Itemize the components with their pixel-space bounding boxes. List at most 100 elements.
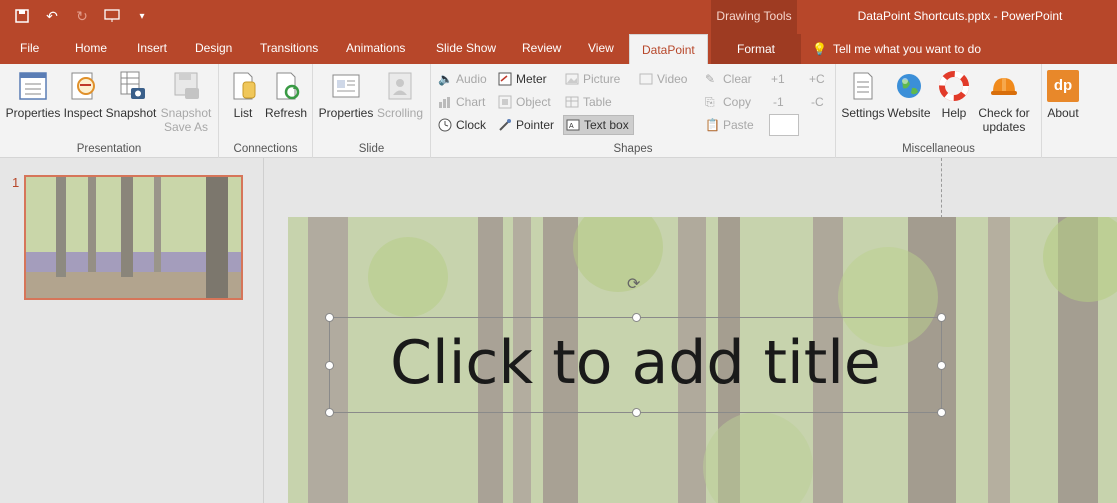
resize-handle[interactable]: [325, 361, 334, 370]
snapshot-label: Snapshot: [105, 106, 157, 120]
list-label: List: [233, 106, 253, 120]
title-bar: ↶ ↻ ▾ Drawing Tools DataPoint Shortcuts.…: [0, 0, 1117, 34]
minus-c-button[interactable]: -C: [811, 92, 824, 112]
title-placeholder[interactable]: Click to add title: [325, 313, 946, 417]
paste-button[interactable]: 📋 Paste: [705, 115, 754, 135]
tab-slide-show[interactable]: Slide Show: [436, 41, 496, 55]
plus-c-button[interactable]: +C: [809, 69, 825, 89]
minus-one-button[interactable]: -1: [773, 92, 784, 112]
plus-one-button[interactable]: +1: [771, 69, 785, 89]
slide-editing-canvas: ⟳ Click to add title: [265, 158, 1117, 503]
object-button[interactable]: Object: [498, 92, 551, 112]
check-for-updates-button[interactable]: Check for updates: [975, 70, 1033, 134]
website-label: Website: [887, 106, 931, 120]
about-button[interactable]: dp About: [1043, 70, 1083, 120]
clear-label: Clear: [723, 72, 752, 86]
tab-view[interactable]: View: [588, 41, 614, 55]
snapshot-button[interactable]: Snapshot: [105, 70, 157, 120]
slide-properties-button[interactable]: Properties: [318, 70, 374, 120]
ribbon-tabs: File Home Insert Design Transitions Anim…: [0, 34, 1117, 65]
meter-label: Meter: [516, 72, 547, 86]
save-icon[interactable]: [12, 6, 32, 26]
eraser-icon: ✎: [705, 72, 716, 86]
snapshot-save-as-icon: [170, 70, 202, 102]
snapshot-save-as-button[interactable]: Snapshot Save As: [158, 70, 214, 134]
lightbulb-icon: 💡: [812, 42, 827, 56]
slide-thumbnail-1[interactable]: [24, 175, 243, 300]
video-button[interactable]: Video: [639, 69, 687, 89]
resize-handle[interactable]: [632, 408, 641, 417]
help-button[interactable]: Help: [935, 70, 973, 120]
slideshow-from-start-icon[interactable]: [102, 6, 122, 26]
connections-group-label: Connections: [233, 143, 298, 155]
presentation-group-label: Presentation: [76, 143, 142, 155]
refresh-button[interactable]: Refresh: [264, 70, 308, 120]
resize-handle[interactable]: [937, 361, 946, 370]
about-label: About: [1047, 106, 1079, 120]
tab-home[interactable]: Home: [75, 41, 107, 55]
chart-icon: [438, 95, 452, 109]
slide[interactable]: ⟳ Click to add title: [288, 217, 1117, 503]
settings-button[interactable]: Settings: [840, 70, 886, 120]
scrolling-button[interactable]: Scrolling: [373, 70, 427, 120]
shapes-group-label: Shapes: [613, 143, 653, 155]
copy-label: Copy: [723, 95, 752, 109]
tab-format[interactable]: Format: [711, 34, 802, 64]
resize-handle[interactable]: [937, 313, 946, 322]
text-box-label: Text box: [584, 118, 629, 132]
chart-label: Chart: [456, 95, 486, 109]
group-connections: List Refresh Connections: [219, 64, 313, 158]
tab-datapoint[interactable]: DataPoint: [629, 34, 708, 65]
lifebuoy-icon: [938, 70, 970, 102]
tab-animations[interactable]: Animations: [346, 41, 405, 55]
presentation-properties-button[interactable]: Properties: [4, 70, 62, 120]
copy-icon: ⎘: [705, 95, 715, 109]
table-icon: [565, 95, 579, 109]
group-presentation: Properties Inspect Snapshot Snapshot Sav…: [0, 64, 219, 158]
resize-handle[interactable]: [325, 313, 334, 322]
properties-icon: [17, 70, 49, 102]
chart-button[interactable]: Chart: [438, 92, 485, 112]
redo-icon[interactable]: ↻: [72, 6, 92, 26]
tab-transitions[interactable]: Transitions: [260, 41, 318, 55]
picture-button[interactable]: Picture: [565, 69, 620, 89]
inspect-label: Inspect: [63, 106, 103, 120]
pointer-label: Pointer: [516, 118, 555, 132]
inspect-icon: [67, 70, 99, 102]
copy-button[interactable]: ⎘ Copy: [705, 92, 751, 112]
inspect-button[interactable]: Inspect: [62, 70, 104, 120]
tab-insert[interactable]: Insert: [137, 41, 167, 55]
tab-design[interactable]: Design: [195, 41, 232, 55]
pointer-icon: [498, 118, 512, 132]
pointer-button[interactable]: Pointer: [498, 115, 554, 135]
meter-button[interactable]: Meter: [498, 69, 547, 89]
rotate-handle-icon[interactable]: ⟳: [627, 274, 640, 294]
group-slide: Properties Scrolling Slide: [313, 64, 431, 158]
undo-icon[interactable]: ↶: [42, 6, 62, 26]
globe-icon: [893, 70, 925, 102]
list-button[interactable]: List: [225, 70, 261, 120]
smart-guide-line: [941, 158, 942, 218]
audio-button[interactable]: 🔈 Audio: [438, 69, 487, 89]
picture-icon: [565, 72, 579, 86]
table-button[interactable]: Table: [565, 92, 612, 112]
refresh-label: Refresh: [264, 106, 308, 120]
value-input[interactable]: [769, 114, 799, 136]
tab-file[interactable]: File: [20, 41, 39, 55]
forest-thumbnail-image: [26, 177, 241, 298]
clock-button[interactable]: Clock: [438, 115, 486, 135]
resize-handle[interactable]: [325, 408, 334, 417]
resize-handle[interactable]: [632, 313, 641, 322]
text-box-button[interactable]: A Text box: [563, 115, 634, 135]
website-button[interactable]: Website: [886, 70, 932, 120]
group-about: dp About: [1042, 64, 1084, 158]
drawing-tools-header: Drawing Tools: [711, 0, 797, 34]
resize-handle[interactable]: [937, 408, 946, 417]
check-for-updates-label-1: Check for: [978, 106, 1030, 120]
tell-me-search[interactable]: 💡 Tell me what you want to do: [812, 42, 981, 56]
customize-qat-icon[interactable]: ▾: [132, 6, 152, 26]
meter-icon: [498, 72, 512, 86]
help-label: Help: [941, 106, 967, 120]
tab-review[interactable]: Review: [522, 41, 561, 55]
clear-button[interactable]: ✎ Clear: [705, 69, 752, 89]
